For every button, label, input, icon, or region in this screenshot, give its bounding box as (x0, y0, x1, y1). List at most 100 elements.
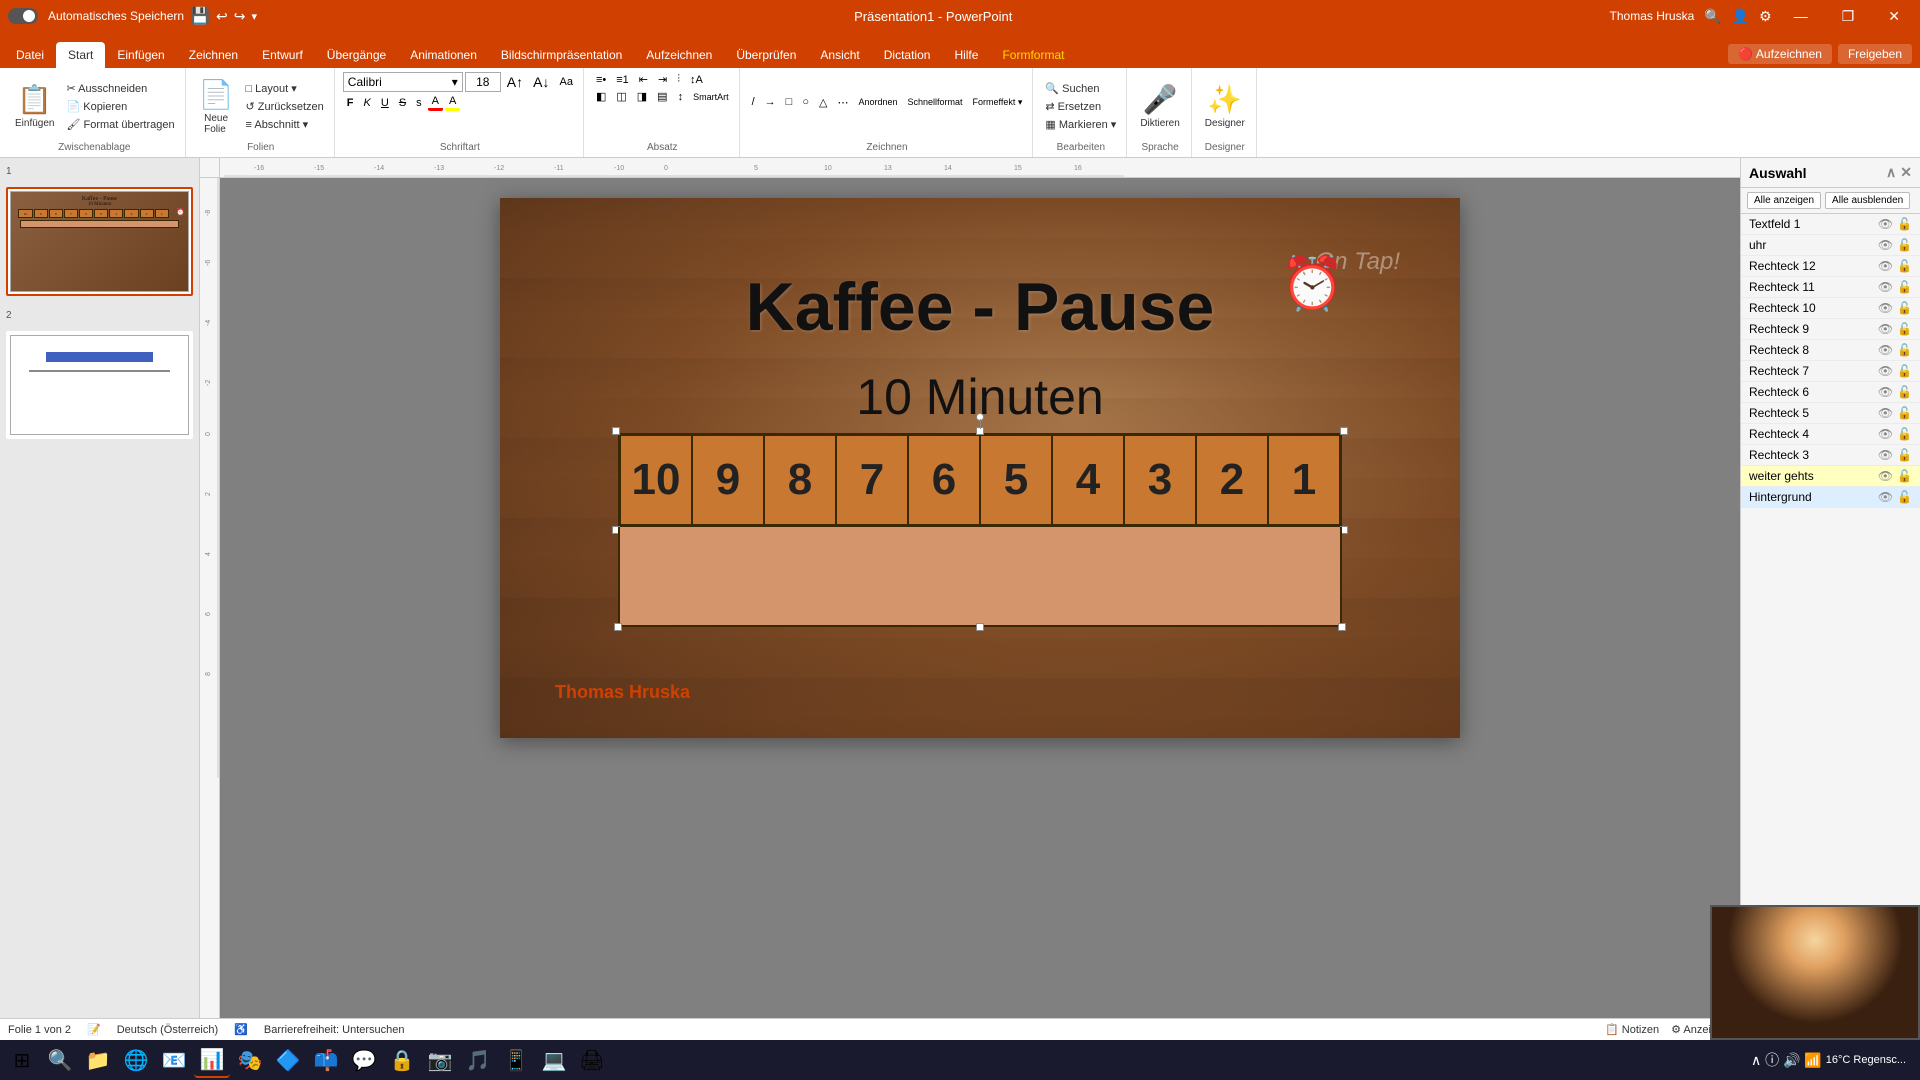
einfuegen-button[interactable]: 📋 Einfügen (10, 80, 59, 132)
kopieren-button[interactable]: 📄 Kopieren (62, 98, 178, 115)
increase-indent-button[interactable]: ⇥ (654, 72, 671, 87)
ausschneiden-button[interactable]: ✂ Ausschneiden (62, 80, 178, 97)
justify-button[interactable]: ▤ (653, 89, 671, 104)
tab-hilfe[interactable]: Hilfe (942, 42, 990, 68)
show-all-button[interactable]: Alle anzeigen (1747, 192, 1821, 209)
tab-start[interactable]: Start (56, 42, 105, 68)
lock-icon-hintergrund[interactable]: 🔓 (1897, 490, 1912, 504)
lock-icon-r9[interactable]: 🔓 (1897, 322, 1912, 336)
handle-bc[interactable] (976, 623, 984, 631)
restore-button[interactable]: ❐ (1830, 8, 1867, 25)
abschnitt-button[interactable]: ≡ Abschnitt ▾ (241, 116, 327, 133)
text-dir-button[interactable]: ↕A (686, 73, 707, 87)
lock-icon-r6[interactable]: 🔓 (1897, 385, 1912, 399)
close-button[interactable]: ✕ (1876, 8, 1912, 25)
lock-icon-r10[interactable]: 🔓 (1897, 301, 1912, 315)
layer-rechteck4[interactable]: Rechteck 4 👁 🔓 (1741, 424, 1920, 445)
eye-icon-r9[interactable]: 👁 (1878, 322, 1893, 336)
panel-close[interactable]: ✕ (1900, 164, 1912, 181)
autosave-toggle[interactable] (8, 8, 38, 24)
lock-icon-r11[interactable]: 🔓 (1897, 280, 1912, 294)
layer-rechteck3[interactable]: Rechteck 3 👁 🔓 (1741, 445, 1920, 466)
format-button[interactable]: 🖌 Format übertragen (62, 116, 178, 133)
eye-icon-r8[interactable]: 👁 (1878, 343, 1893, 357)
align-right-button[interactable]: ◨ (633, 89, 651, 104)
eye-icon-r3[interactable]: 👁 (1878, 448, 1893, 462)
taskbar-app9[interactable]: 📷 (422, 1042, 458, 1078)
bullet-list-button[interactable]: ≡• (592, 73, 610, 87)
font-name-selector[interactable]: Calibri▾ (343, 72, 463, 92)
tab-dictation[interactable]: Dictation (872, 42, 943, 68)
search-icon[interactable]: 🔍 (1704, 8, 1721, 25)
undo-icon[interactable]: ↩ (216, 8, 228, 25)
shape-line[interactable]: / (748, 95, 759, 109)
anordnen-button[interactable]: Anordnen (854, 96, 901, 108)
tab-datei[interactable]: Datei (4, 42, 56, 68)
notes-button[interactable]: 📋 Notizen (1605, 1023, 1659, 1036)
eye-icon-r5[interactable]: 👁 (1878, 406, 1893, 420)
layer-rechteck6[interactable]: Rechteck 6 👁 🔓 (1741, 382, 1920, 403)
lock-icon-r3[interactable]: 🔓 (1897, 448, 1912, 462)
lock-icon-r7[interactable]: 🔓 (1897, 364, 1912, 378)
layer-rechteck8[interactable]: Rechteck 8 👁 🔓 (1741, 340, 1920, 361)
lock-icon-r8[interactable]: 🔓 (1897, 343, 1912, 357)
settings-icon[interactable]: ⚙ (1759, 8, 1772, 25)
lock-icon-weiter[interactable]: 🔓 (1897, 469, 1912, 483)
align-center-button[interactable]: ◫ (612, 89, 630, 104)
tab-ueberpruefen[interactable]: Überprüfen (724, 42, 808, 68)
lock-icon-r12[interactable]: 🔓 (1897, 259, 1912, 273)
share-icon[interactable]: 👤 (1732, 8, 1749, 25)
layer-hintergrund[interactable]: Hintergrund 👁 🔓 (1741, 487, 1920, 508)
slide-thumbnail-2[interactable] (6, 331, 193, 440)
taskbar-teams[interactable]: 💬 (346, 1042, 382, 1078)
font-decrease-button[interactable]: A↓ (529, 73, 553, 91)
minimize-button[interactable]: — (1782, 8, 1820, 24)
slide-thumbnail-1[interactable]: Kaffee - Pause 10 Minuten ⏰ 10 9 8 7 6 5… (6, 187, 193, 296)
tab-uebergaenge[interactable]: Übergänge (315, 42, 398, 68)
taskbar-app4[interactable]: 🎭 (232, 1042, 268, 1078)
column-button[interactable]: ⫶ (673, 72, 684, 87)
tab-entwurf[interactable]: Entwurf (250, 42, 315, 68)
layer-rechteck9[interactable]: Rechteck 9 👁 🔓 (1741, 319, 1920, 340)
tab-bildschirm[interactable]: Bildschirmpräsentation (489, 42, 634, 68)
strikethrough-button[interactable]: S (395, 96, 410, 110)
shape-arrow[interactable]: → (761, 95, 780, 109)
clear-format-button[interactable]: Aa (555, 75, 576, 89)
taskbar-edge[interactable]: 🌐 (118, 1042, 154, 1078)
taskbar-app10[interactable]: 🎵 (460, 1042, 496, 1078)
tab-ansicht[interactable]: Ansicht (808, 42, 871, 68)
shadow-button[interactable]: s (412, 96, 426, 110)
start-button[interactable]: ⊞ (4, 1042, 40, 1078)
layer-rechteck7[interactable]: Rechteck 7 👁 🔓 (1741, 361, 1920, 382)
slide-canvas-wrap[interactable]: ⏰ Kaffee - Pause 10 Minuten 10 (220, 178, 1740, 1018)
designer-button[interactable]: ✨ Designer (1200, 80, 1250, 132)
eye-icon-r11[interactable]: 👁 (1878, 280, 1893, 294)
panel-collapse-up[interactable]: ∧ (1886, 164, 1896, 181)
handle-tr[interactable] (1340, 427, 1348, 435)
number-list-button[interactable]: ≡1 (612, 73, 633, 87)
diktieren-button[interactable]: 🎤 Diktieren (1135, 80, 1184, 132)
share-button[interactable]: Freigeben (1838, 44, 1912, 64)
eye-icon-textfeld1[interactable]: 👁 (1878, 217, 1893, 231)
taskbar-powerpoint[interactable]: 📊 (194, 1042, 230, 1078)
schnellformat-button[interactable]: Schnellformat (903, 96, 966, 108)
eye-icon-r4[interactable]: 👁 (1878, 427, 1893, 441)
eye-icon-uhr[interactable]: 👁 (1878, 238, 1893, 252)
italic-button[interactable]: K (360, 96, 375, 110)
shape-circle[interactable]: ○ (798, 95, 813, 109)
layer-rechteck11[interactable]: Rechteck 11 👁 🔓 (1741, 277, 1920, 298)
bold-button[interactable]: F (343, 96, 358, 110)
record-button[interactable]: 🔴 Aufzeichnen (1728, 44, 1832, 64)
align-left-button[interactable]: ◧ (592, 89, 610, 104)
neue-folie-button[interactable]: 📄 NeueFolie (194, 75, 239, 138)
layer-weitergehts[interactable]: weiter gehts 👁 🔓 (1741, 466, 1920, 487)
underline-button[interactable]: U (377, 96, 393, 110)
taskbar-explorer[interactable]: 📁 (80, 1042, 116, 1078)
decrease-indent-button[interactable]: ⇤ (635, 72, 652, 87)
layer-rechteck5[interactable]: Rechteck 5 👁 🔓 (1741, 403, 1920, 424)
layer-rechteck12[interactable]: Rechteck 12 👁 🔓 (1741, 256, 1920, 277)
shape-rect[interactable]: □ (782, 95, 797, 109)
taskbar-app11[interactable]: 📱 (498, 1042, 534, 1078)
font-color-button[interactable]: A (428, 94, 443, 111)
layer-uhr[interactable]: uhr 👁 🔓 (1741, 235, 1920, 256)
